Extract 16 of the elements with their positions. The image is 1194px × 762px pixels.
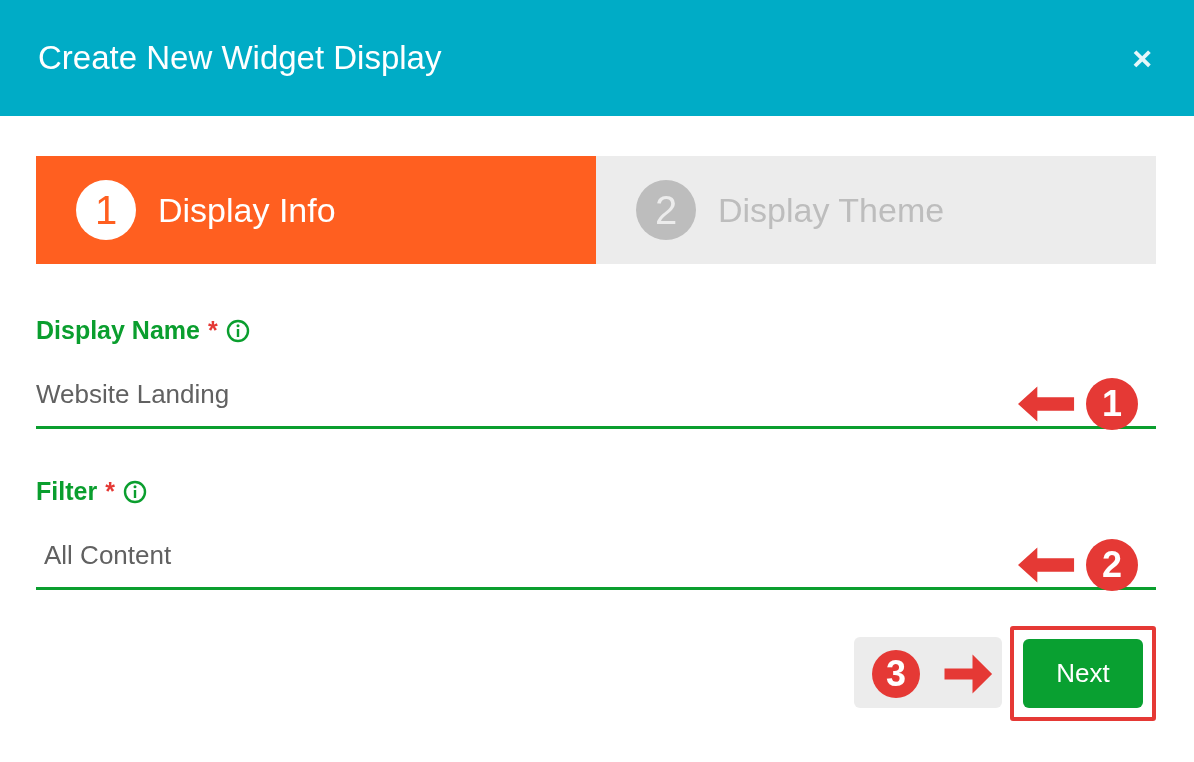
step-number: 1 (76, 180, 136, 240)
next-button[interactable]: Next (1023, 639, 1143, 708)
required-mark: * (105, 477, 115, 506)
step-tab[interactable]: 1 Display Info (36, 156, 596, 264)
close-button[interactable]: × (1128, 38, 1156, 78)
step-badge: 2 (1086, 539, 1138, 591)
required-mark: * (207, 316, 218, 345)
step-label: Display Info (158, 190, 336, 230)
arrow-icon (1018, 545, 1076, 585)
step-badge: 1 (1086, 378, 1138, 430)
dialog-title: Create New Widget Display (38, 39, 442, 77)
info-icon[interactable] (122, 479, 147, 504)
field-label: Filter (36, 477, 98, 506)
field-label: Display Name (36, 316, 200, 345)
arrow-icon (1018, 384, 1076, 424)
info-icon[interactable] (225, 318, 250, 343)
